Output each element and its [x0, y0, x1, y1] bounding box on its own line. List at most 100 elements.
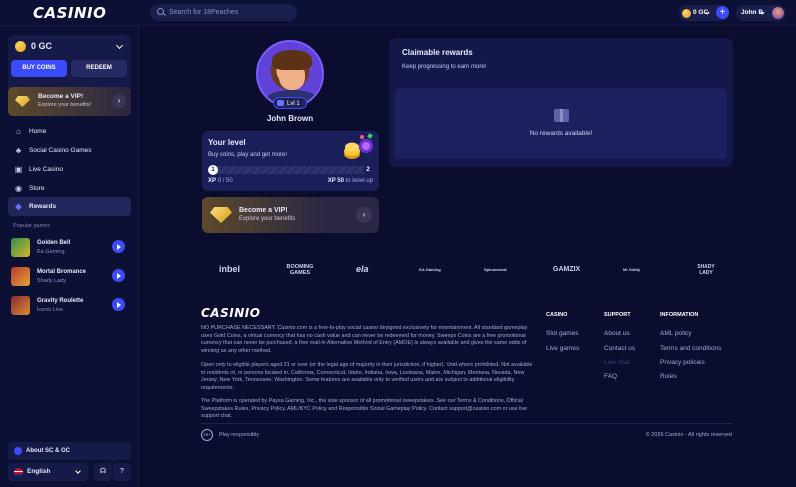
footer-link-faq[interactable]: FAQ — [604, 373, 617, 380]
help-button[interactable]: ? — [113, 463, 131, 481]
footer-column-heading: INFORMATION — [660, 312, 699, 318]
game-provider: Shady Lady — [37, 278, 67, 284]
footer-link-live-games[interactable]: Live games — [546, 345, 579, 352]
sidebar-item-label: Rewards — [29, 203, 57, 210]
game-name: Gravity Roulette — [37, 298, 84, 304]
vip-banner-profile[interactable]: Become a VIP! Explore your benefits › — [202, 197, 379, 233]
footer-link-rules[interactable]: Rules — [660, 373, 677, 380]
play-button[interactable] — [112, 269, 125, 282]
list-item[interactable]: Golden Bell Ka Gaming — [8, 237, 131, 259]
footer-column-heading: SUPPORT — [604, 312, 631, 318]
sidebar-item-label: Social Casino Games — [29, 147, 92, 154]
footer-link-slot-games[interactable]: Slot games — [546, 330, 579, 337]
sidebar-item-label: Home — [29, 128, 47, 135]
provider-logo[interactable]: GAMZIX — [553, 266, 580, 273]
top-bar: CASINIO Search for 18Peaches 0 GC + John… — [0, 0, 796, 26]
vip-subtitle: Explore your benefits — [239, 216, 296, 222]
search-placeholder: Search for 18Peaches — [169, 9, 239, 16]
about-sc-gc[interactable]: About SC & GC — [8, 442, 131, 460]
footer-link-aml-policy[interactable]: AML policy — [660, 330, 692, 337]
footer-column-heading: CASINO — [546, 312, 568, 318]
question-icon: ? — [120, 468, 124, 475]
chevron-right-icon[interactable]: › — [356, 207, 372, 223]
provider-logo[interactable]: KA Gaming — [419, 267, 441, 272]
add-coins-button[interactable]: + — [716, 6, 729, 19]
game-name: Mortal Bromance — [37, 269, 87, 275]
level-badge-label: Lvl 1 — [287, 101, 300, 107]
xp-label: XP — [208, 178, 217, 184]
level-card-subtitle: Buy coins, play and get more! — [208, 152, 288, 158]
provider-logo[interactable]: Mr Slotty — [623, 267, 640, 272]
sidebar-item-label: Store — [29, 185, 45, 192]
chevron-down-icon[interactable] — [115, 41, 124, 50]
rewards-subtitle: Keep progressing to earn more! — [402, 64, 487, 70]
chevron-right-icon[interactable]: › — [112, 94, 126, 108]
provider-logo[interactable]: SHADY LADY — [695, 264, 717, 276]
footer-divider — [201, 423, 733, 424]
provider-logo[interactable]: BOOMING GAMES — [282, 264, 318, 276]
flag-icon — [14, 468, 23, 477]
vip-subtitle: Explore your benefits! — [38, 102, 92, 108]
footer-link-contact-us[interactable]: Contact us — [604, 345, 635, 352]
play-button[interactable] — [112, 298, 125, 311]
support-button[interactable]: ☊ — [94, 463, 112, 481]
rewards-title: Claimable rewards — [402, 48, 473, 57]
search-input[interactable]: Search for 18Peaches — [150, 4, 297, 21]
footer-link-live-chat[interactable]: Live chat — [604, 359, 630, 366]
casinio-logo[interactable]: CASINIO — [33, 4, 106, 22]
list-item[interactable]: Gravity Roulette Iconic Live — [8, 295, 131, 317]
footer-logo[interactable]: CASINIO — [201, 306, 260, 320]
footer-link-about-us[interactable]: About us — [604, 330, 630, 337]
vip-banner[interactable]: Become a VIP! Explore your benefits! › — [8, 87, 131, 116]
vip-title: Become a VIP! — [239, 207, 288, 214]
claimable-rewards-panel: Claimable rewards Keep progressing to ea… — [389, 38, 733, 167]
provider-logo[interactable]: ela — [356, 264, 369, 274]
copyright: © 2026 Casinio - All rights reserved — [645, 432, 732, 438]
vip-title: Become a VIP! — [38, 93, 84, 100]
level-card-title: Your level — [208, 138, 246, 147]
provider-logo[interactable]: inbel — [219, 264, 240, 274]
to-level-up-label: to level up — [345, 178, 373, 184]
avatar-hair — [272, 50, 312, 70]
game-provider: Ka Gaming — [37, 249, 65, 255]
sidebar-item-rewards[interactable]: ◆ Rewards — [8, 197, 131, 216]
sidebar-item-social-casino-games[interactable]: ♣ Social Casino Games — [8, 141, 131, 160]
sidebar: 0 GC BUY COINS REDEEM Become a VIP! Expl… — [0, 26, 139, 487]
info-icon — [14, 447, 22, 455]
gold-coin-icon — [15, 41, 26, 52]
rewards-empty-state: No rewards available! — [395, 88, 727, 159]
diamond-icon: ◆ — [15, 202, 22, 211]
user-menu[interactable]: John B — [736, 5, 786, 21]
level-progress-bar: 1 2 — [208, 165, 373, 175]
chevron-down-icon — [760, 10, 765, 15]
footer-link-terms[interactable]: Terms and conditions — [660, 345, 721, 352]
profile-name: John Brown — [266, 114, 314, 123]
current-level-marker: 1 — [208, 165, 218, 175]
footer-link-privacy[interactable]: Privacy policies — [660, 359, 705, 366]
redeem-button[interactable]: REDEEM — [71, 60, 127, 77]
legal-paragraph: Open only to eligible players aged 21 or… — [201, 362, 533, 391]
avatar — [772, 7, 784, 19]
game-name: Golden Bell — [37, 240, 71, 246]
headset-icon: ☊ — [99, 468, 107, 475]
live-icon: ▣ — [14, 165, 23, 174]
gift-icon — [554, 109, 569, 122]
provider-logo[interactable]: Spinomenal — [484, 267, 507, 272]
vip-diamond-icon — [210, 207, 232, 223]
xp-current: XP 0 / 50 — [208, 178, 233, 184]
level-badge: Lvl 1 — [273, 97, 307, 109]
game-provider: Iconic Live — [37, 307, 63, 313]
age-badge: 18+ — [201, 429, 213, 441]
play-button[interactable] — [112, 240, 125, 253]
chevron-down-icon — [75, 468, 81, 474]
sidebar-item-live-casino[interactable]: ▣ Live Casino — [8, 160, 131, 179]
level-icon — [277, 100, 284, 106]
xp-value: 0 / 50 — [217, 178, 233, 184]
list-item[interactable]: Mortal Bromance Shady Lady — [8, 266, 131, 288]
xp-needed: XP 50 — [327, 178, 344, 184]
buy-coins-button[interactable]: BUY COINS — [11, 60, 67, 77]
sidebar-item-store[interactable]: ◉ Store — [8, 179, 131, 198]
sidebar-item-home[interactable]: ⌂ Home — [8, 122, 131, 141]
language-select[interactable]: English — [8, 463, 88, 481]
popular-games-heading: Popular games — [13, 223, 50, 229]
